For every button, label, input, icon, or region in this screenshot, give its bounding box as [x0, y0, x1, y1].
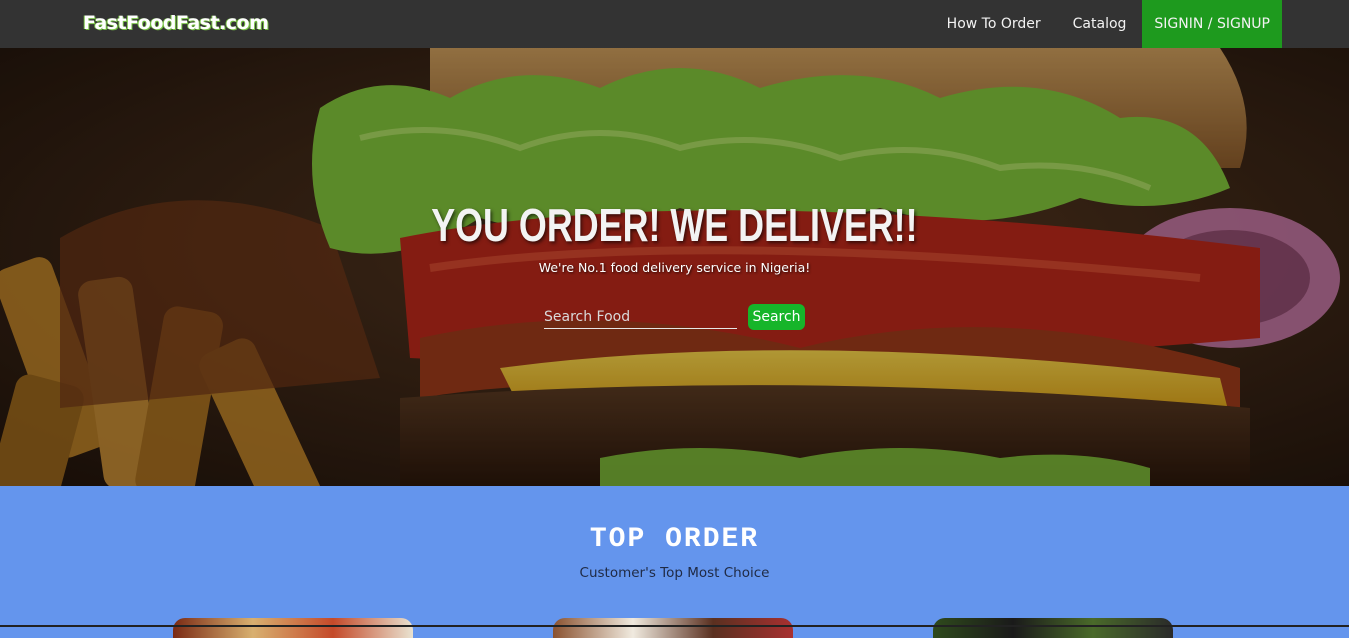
search-food-input[interactable] [544, 306, 737, 329]
search-button[interactable]: Search [748, 304, 805, 330]
brand-logo[interactable]: FastFoodFast.com [83, 12, 269, 34]
top-order-section: TOP ORDER Customer's Top Most Choice [0, 486, 1349, 638]
hero-title: YOU ORDER! WE DELIVER!! [431, 199, 918, 251]
section-title: TOP ORDER [589, 524, 760, 555]
nav-links: How To Order Catalog SIGNIN / SIGNUP [931, 0, 1282, 48]
food-card-2[interactable] [553, 618, 793, 638]
nav-signin-signup[interactable]: SIGNIN / SIGNUP [1142, 0, 1282, 48]
nav-catalog[interactable]: Catalog [1057, 0, 1143, 48]
food-card-3[interactable] [933, 618, 1173, 638]
hero-banner: YOU ORDER! WE DELIVER!! We're No.1 food … [0, 48, 1349, 486]
nav-how-to-order[interactable]: How To Order [931, 0, 1057, 48]
hero-subtitle: We're No.1 food delivery service in Nige… [538, 260, 811, 275]
top-navbar: FastFoodFast.com How To Order Catalog SI… [0, 0, 1349, 48]
food-card-1[interactable] [173, 618, 413, 638]
section-subtitle: Customer's Top Most Choice [579, 565, 770, 581]
